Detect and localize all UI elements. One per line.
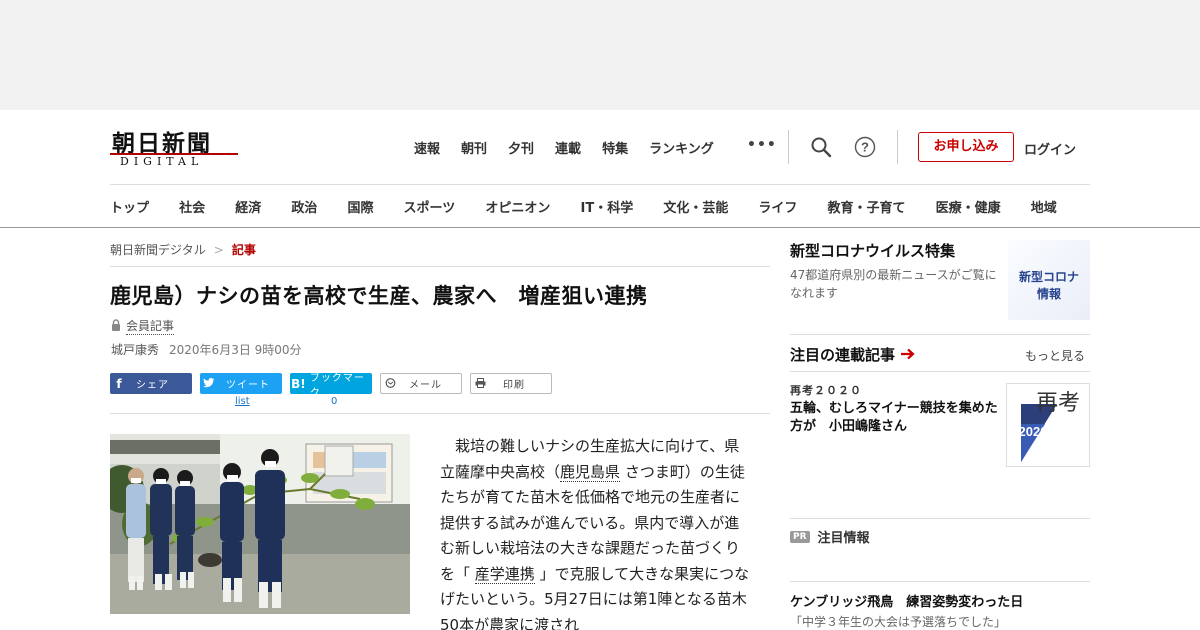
category-politics[interactable]: 政治 [291,197,317,216]
series-thumb-year: 2020 [1019,424,1048,439]
facebook-share-label: シェア [136,380,169,391]
category-education[interactable]: 教育・子育て [828,197,906,216]
hatena-bookmark-button[interactable]: B! ブックマーク [290,373,372,399]
category-nav: トップ 社会 経済 政治 国際 スポーツ オピニオン IT・科学 文化・芸能 ラ… [110,197,1100,216]
nav-item-rensai[interactable]: 連載 [555,138,581,157]
top-nav: 速報 朝刊 夕刊 連載 特集 ランキング [414,138,735,157]
ad-banner-area [0,0,1200,110]
topic-link[interactable]: 産学連携 [474,564,535,584]
facebook-icon: f [116,376,122,391]
share-bottom-rule [110,413,770,414]
help-icon[interactable]: ? [854,136,876,158]
nav-item-choukan[interactable]: 朝刊 [461,138,487,157]
series-more-link[interactable]: もっと見る [1025,347,1085,364]
covid-thumb-label: 新型コロナ [1018,270,1079,284]
promo-subtext[interactable]: 「中学３年生の大会は予選落ちでした」 [790,613,1090,630]
search-icon[interactable] [810,136,832,158]
covid-feature-description[interactable]: 47都道府県別の最新ニュースがご覧になれます [790,266,1002,302]
nav-item-yuukan[interactable]: 夕刊 [508,138,534,157]
facebook-share-button[interactable]: f シェア [110,373,192,394]
category-top[interactable]: トップ [110,197,149,216]
covid-thumb-label: 情報 [1036,287,1061,301]
member-article-label: 会員記事 [126,319,175,335]
hatena-bookmark-icon: B! [291,376,306,391]
author-name: 城戸康秀 [111,343,160,357]
mail-share-label: メール [409,380,442,391]
place-link[interactable]: 鹿児島県 [560,462,621,482]
svg-text:?: ? [861,140,869,155]
breadcrumb-current: 記事 [231,243,256,257]
more-menu-icon[interactable]: ••• [747,137,777,153]
category-economy[interactable]: 経済 [235,197,261,216]
byline: 城戸康秀 2020年6月3日 9時00分 [111,341,302,358]
nav-item-ranking[interactable]: ランキング [649,138,714,157]
mail-share-button[interactable]: メール [380,373,462,394]
publish-date: 2020年6月3日 9時00分 [169,343,302,357]
arrow-right-icon [901,346,915,364]
article-headline: 鹿児島）ナシの苗を高校で生産、農家へ 増産狙い連携 [110,284,648,308]
breadcrumb: 朝日新聞デジタル > 記事 [110,241,256,258]
print-label: 印刷 [503,380,525,391]
series-thumb-big: 再考 [1036,391,1080,416]
nav-item-tokushu[interactable]: 特集 [602,138,628,157]
breadcrumb-separator-icon: > [213,243,224,257]
site-header: 朝日新聞 DIGITAL 速報 朝刊 夕刊 連載 特集 ランキング ••• ? … [0,110,1200,228]
header-divider [788,130,789,164]
lock-icon [111,318,121,334]
article-top-rule [110,266,770,267]
promo-headline[interactable]: ケンブリッジ飛鳥 練習姿勢変わった日 [790,591,1090,610]
member-article-tag[interactable]: 会員記事 [111,317,175,335]
pr-section-label: 注目情報 [817,531,870,546]
mail-icon [381,377,399,391]
breadcrumb-home[interactable]: 朝日新聞デジタル [110,243,206,257]
header-rule [110,184,1090,185]
pr-badge: PR [790,530,810,543]
series-thumbnail[interactable]: 再考 2020 [1006,383,1090,467]
sidebar-rule [790,581,1090,582]
series-headline[interactable]: 五輪、むしろマイナー競技を集めた方が 小田嶋隆さん [790,400,1002,436]
series-title-text: 注目の連載記事 [790,346,896,364]
subscribe-button[interactable]: お申し込み [918,132,1014,162]
hatena-bookmark-count[interactable]: 0 [331,396,337,407]
category-life[interactable]: ライフ [758,197,797,216]
covid-feature-thumbnail[interactable]: 新型コロナ 情報 [1008,240,1090,320]
twitter-share-button[interactable]: ツイート [200,373,282,394]
twitter-icon [200,377,218,391]
category-international[interactable]: 国際 [347,197,373,216]
twitter-share-count[interactable]: list [235,396,250,407]
logo-sub-text: DIGITAL [120,155,204,168]
category-it-science[interactable]: IT・科学 [581,197,634,216]
site-logo[interactable]: 朝日新聞 DIGITAL [110,124,240,172]
twitter-share-label: ツイート [226,380,270,391]
category-sports[interactable]: スポーツ [404,197,456,216]
nav-item-sokuho[interactable]: 速報 [414,138,440,157]
article-body: 栽培の難しいナシの生産拡大に向けて、県立薩摩中央高校（鹿児島県 さつま町）の生徒… [440,434,750,630]
print-button[interactable]: 印刷 [470,373,552,394]
category-opinion[interactable]: オピニオン [485,197,550,216]
hatena-bookmark-label: ブックマーク [309,372,365,399]
header-divider [897,130,898,164]
category-health[interactable]: 医療・健康 [936,197,1001,216]
sidebar-rule [790,518,1090,519]
sidebar-rule [790,371,1090,372]
print-icon [471,377,489,391]
article-photo[interactable] [110,434,410,614]
pr-section-header: PR 注目情報 [790,527,1090,546]
sidebar-rule [790,334,1090,335]
category-region[interactable]: 地域 [1031,197,1057,216]
category-culture[interactable]: 文化・芸能 [663,197,728,216]
login-link[interactable]: ログイン [1024,139,1076,158]
category-society[interactable]: 社会 [179,197,205,216]
